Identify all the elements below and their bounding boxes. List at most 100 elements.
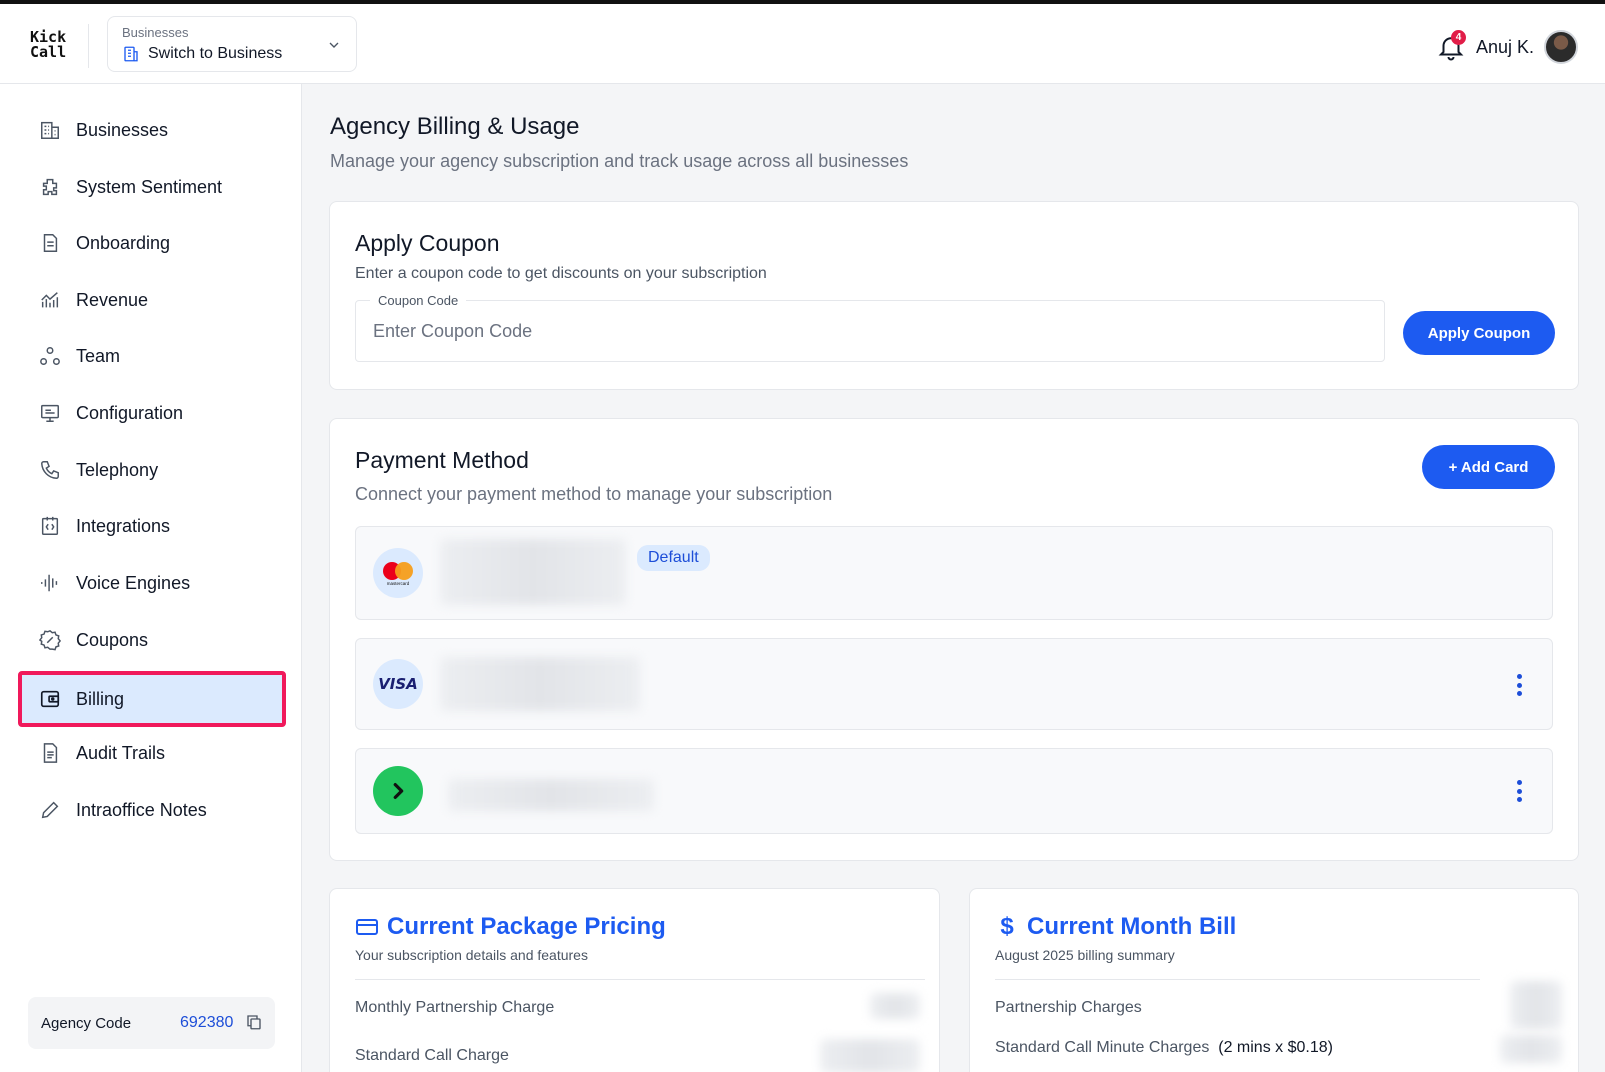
monitor-icon: [38, 401, 62, 425]
redacted-card-details: [440, 657, 640, 711]
sidebar-item-billing[interactable]: Billing: [18, 671, 286, 727]
waveform-icon: [38, 571, 62, 595]
sidebar-item-telephony[interactable]: Telephony: [18, 445, 286, 495]
call-minute-charges-text: Standard Call Minute Charges: [995, 1039, 1210, 1056]
notification-badge: 4: [1451, 30, 1466, 45]
payment-method-card: Payment Method Connect your payment meth…: [329, 418, 1579, 861]
chevron-right-logo-icon: [373, 766, 423, 816]
dot: [1516, 780, 1522, 785]
code-icon: [38, 514, 62, 538]
standard-call-charge-label: Standard Call Charge: [355, 1047, 509, 1064]
partnership-charges-label: Partnership Charges: [995, 999, 1142, 1016]
business-switcher[interactable]: Businesses Switch to Business: [107, 16, 357, 72]
apply-coupon-card: Apply Coupon Enter a coupon code to get …: [329, 201, 1579, 390]
business-switcher-text: Switch to Business: [148, 45, 283, 62]
pencil-icon: [38, 798, 62, 822]
visa-logo-text: VISA: [378, 675, 418, 693]
sidebar-item-label: Audit Trails: [76, 742, 166, 763]
payment-card-row[interactable]: mastercard Default: [355, 526, 1553, 620]
coupon-code-field: Coupon Code: [355, 293, 1385, 362]
dot: [1516, 691, 1522, 696]
payment-subtitle: Connect your payment method to manage yo…: [355, 484, 833, 504]
dollar-icon: $: [1000, 913, 1014, 940]
sidebar-item-voice-engines[interactable]: Voice Engines: [18, 558, 286, 608]
divider: [355, 979, 925, 980]
agency-code-label: Agency Code: [41, 1015, 132, 1032]
call-minutes-detail: (2 mins x $0.18): [1218, 1039, 1333, 1056]
app-logo[interactable]: Kick Call: [30, 30, 66, 60]
business-switcher-label: Businesses: [122, 25, 189, 40]
redacted-value: [870, 993, 920, 1019]
divider: [995, 979, 1480, 980]
copy-icon[interactable]: [245, 1013, 263, 1031]
payment-title: Payment Method: [355, 447, 529, 473]
sidebar-item-label: Billing: [76, 688, 125, 709]
sidebar-item-configuration[interactable]: Configuration: [18, 388, 286, 438]
dot: [1516, 674, 1522, 679]
card-menu-button[interactable]: [1513, 670, 1525, 700]
business-switcher-value: Switch to Business: [122, 45, 282, 63]
bill-title: $ Current Month Bill: [995, 913, 1236, 941]
document-icon: [38, 231, 62, 255]
sidebar-item-team[interactable]: Team: [18, 331, 286, 381]
sidebar-item-label: Team: [76, 345, 121, 366]
dot: [1516, 788, 1522, 794]
mastercard-logo-text: mastercard: [387, 581, 410, 586]
wallet-icon: [38, 687, 62, 711]
monthly-partnership-label: Monthly Partnership Charge: [355, 999, 555, 1016]
package-title: Current Package Pricing: [355, 913, 666, 941]
sidebar-item-label: Onboarding: [76, 232, 171, 253]
sidebar-item-label: Businesses: [76, 119, 169, 140]
sidebar-item-revenue[interactable]: Revenue: [18, 275, 286, 325]
coupon-title: Apply Coupon: [355, 230, 500, 256]
agency-code-value[interactable]: 692380: [180, 1014, 233, 1032]
visa-logo-icon: VISA: [373, 659, 423, 709]
redacted-card-details: [448, 779, 654, 811]
package-pricing-card: Current Package Pricing Your subscriptio…: [329, 888, 940, 1072]
phone-icon: [38, 458, 62, 482]
sidebar-item-integrations[interactable]: Integrations: [18, 501, 286, 551]
payment-card-row[interactable]: [355, 748, 1553, 834]
sidebar-item-system-sentiment[interactable]: System Sentiment: [18, 162, 286, 212]
card-menu-button[interactable]: [1513, 776, 1525, 806]
sidebar-item-label: System Sentiment: [76, 176, 223, 197]
page-title: Agency Billing & Usage: [330, 113, 580, 140]
sidebar-item-label: Coupons: [76, 629, 149, 650]
page-subtitle: Manage your agency subscription and trac…: [330, 151, 909, 171]
chart-icon: [38, 288, 62, 312]
sidebar-item-businesses[interactable]: Businesses: [18, 105, 286, 155]
percent-badge-icon: [38, 628, 62, 652]
redacted-card-details: [440, 539, 626, 605]
redacted-value: [1500, 1035, 1562, 1063]
user-name[interactable]: Anuj K.: [1476, 37, 1534, 58]
building-icon: [124, 46, 138, 62]
chevron-down-icon: [329, 42, 339, 48]
logo-line-2: Call: [30, 43, 67, 61]
building-icon: [38, 118, 62, 142]
call-minute-charges-label: Standard Call Minute Charges (2 mins x $…: [995, 1039, 1333, 1057]
sidebar: Businesses System Sentiment Onboarding R…: [0, 84, 302, 1072]
sidebar-item-label: Integrations: [76, 515, 171, 536]
package-subtitle: Your subscription details and features: [355, 947, 588, 963]
add-card-button[interactable]: + Add Card: [1422, 445, 1555, 489]
dot: [1516, 682, 1522, 688]
sidebar-item-onboarding[interactable]: Onboarding: [18, 218, 286, 268]
redacted-value: [820, 1039, 920, 1072]
redacted-value: [1510, 981, 1562, 1029]
sidebar-item-coupons[interactable]: Coupons: [18, 615, 286, 665]
dot: [1516, 797, 1522, 802]
sidebar-item-label: Telephony: [76, 459, 159, 480]
credit-card-icon: [356, 919, 378, 935]
apply-coupon-button[interactable]: Apply Coupon: [1403, 311, 1555, 355]
coupon-input[interactable]: [357, 311, 1377, 351]
avatar[interactable]: [1544, 30, 1578, 64]
file-list-icon: [38, 741, 62, 765]
sidebar-item-label: Configuration: [76, 402, 184, 423]
payment-card-row[interactable]: VISA: [355, 638, 1553, 730]
sidebar-item-audit-trails[interactable]: Audit Trails: [18, 728, 286, 778]
sidebar-item-intraoffice-notes[interactable]: Intraoffice Notes: [18, 785, 286, 835]
bill-title-text: Current Month Bill: [1027, 913, 1237, 940]
logo-divider: [88, 24, 89, 68]
bill-subtitle: August 2025 billing summary: [995, 947, 1175, 963]
sidebar-item-label: Intraoffice Notes: [76, 799, 207, 820]
